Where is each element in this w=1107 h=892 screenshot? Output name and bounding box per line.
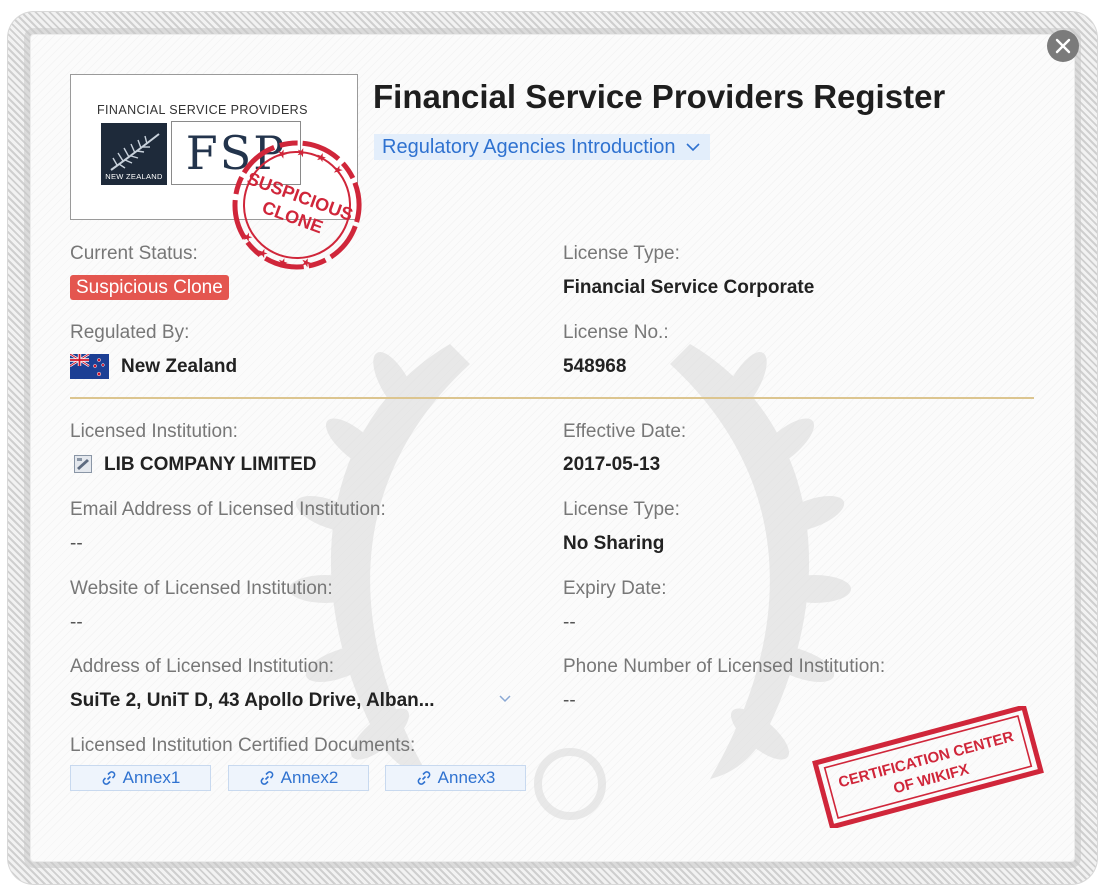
phone-value: -- [563, 690, 576, 711]
effective-date-value: 2017-05-13 [563, 454, 661, 475]
link-icon [102, 771, 115, 785]
current-status-label: Current Status: [70, 243, 198, 264]
address-expand-chevron-icon[interactable] [498, 694, 512, 704]
regulated-by-value: New Zealand [121, 356, 238, 377]
licensed-institution-value: LIB COMPANY LIMITED [104, 454, 317, 475]
website-value: -- [70, 612, 83, 633]
new-zealand-label: NEW ZEALAND [105, 172, 163, 181]
regulatory-agencies-dropdown[interactable]: Regulatory Agencies Introduction [374, 134, 710, 160]
svg-text:★: ★ [294, 144, 309, 161]
page-title: Financial Service Providers Register [373, 78, 946, 115]
license-type-value: Financial Service Corporate [563, 277, 815, 298]
website-label: Website of Licensed Institution: [70, 578, 333, 599]
logo-top-text: FINANCIAL SERVICE PROVIDERS [97, 103, 308, 117]
svg-text:★: ★ [314, 149, 329, 166]
license-type-2-value: No Sharing [563, 533, 665, 554]
certification-stamp: CERTIFICATION CENTER OF WIKIFX [812, 706, 1044, 828]
suspicious-clone-stamp: ★ ★ ★★ ★★★ ★ SUSPICIOUS CLONE [232, 140, 362, 271]
annex2-link[interactable]: Annex2 [228, 765, 369, 791]
expiry-date-label: Expiry Date: [563, 578, 667, 599]
annex1-link[interactable]: Annex1 [70, 765, 211, 791]
status-badge: Suspicious Clone [70, 275, 229, 300]
address-value: SuiTe 2, UniT D, 43 Apollo Drive, Alban.… [70, 690, 435, 711]
email-label: Email Address of Licensed Institution: [70, 499, 386, 520]
licensed-institution-label: Licensed Institution: [70, 421, 238, 442]
regulated-by-label: Regulated By: [70, 322, 190, 343]
expiry-date-value: -- [563, 612, 576, 633]
annex3-label: Annex3 [437, 768, 496, 787]
svg-text:★: ★ [275, 145, 290, 162]
certified-documents-label: Licensed Institution Certified Documents… [70, 735, 416, 756]
annex2-label: Annex2 [280, 768, 339, 787]
phone-label: Phone Number of Licensed Institution: [563, 656, 886, 677]
annex3-link[interactable]: Annex3 [385, 765, 526, 791]
license-no-value: 548968 [563, 356, 627, 377]
svg-text:★: ★ [330, 161, 345, 178]
effective-date-label: Effective Date: [563, 421, 687, 442]
license-type-label: License Type: [563, 243, 680, 264]
close-button[interactable] [1047, 30, 1079, 62]
regulatory-agencies-label: Regulatory Agencies Introduction [382, 135, 676, 158]
license-no-label: License No.: [563, 322, 669, 343]
nz-flag-icon [70, 354, 109, 379]
license-type-2-label: License Type: [563, 499, 680, 520]
fern-emblem: NEW ZEALAND [101, 123, 167, 185]
link-icon [417, 771, 430, 785]
link-icon [260, 771, 273, 785]
fern-icon [110, 133, 160, 171]
annex1-label: Annex1 [122, 768, 181, 787]
institution-icon [74, 455, 92, 473]
chevron-down-icon [685, 142, 700, 151]
section-divider [70, 397, 1034, 399]
email-value: -- [70, 533, 83, 554]
close-icon [1055, 38, 1071, 54]
address-label: Address of Licensed Institution: [70, 656, 335, 677]
